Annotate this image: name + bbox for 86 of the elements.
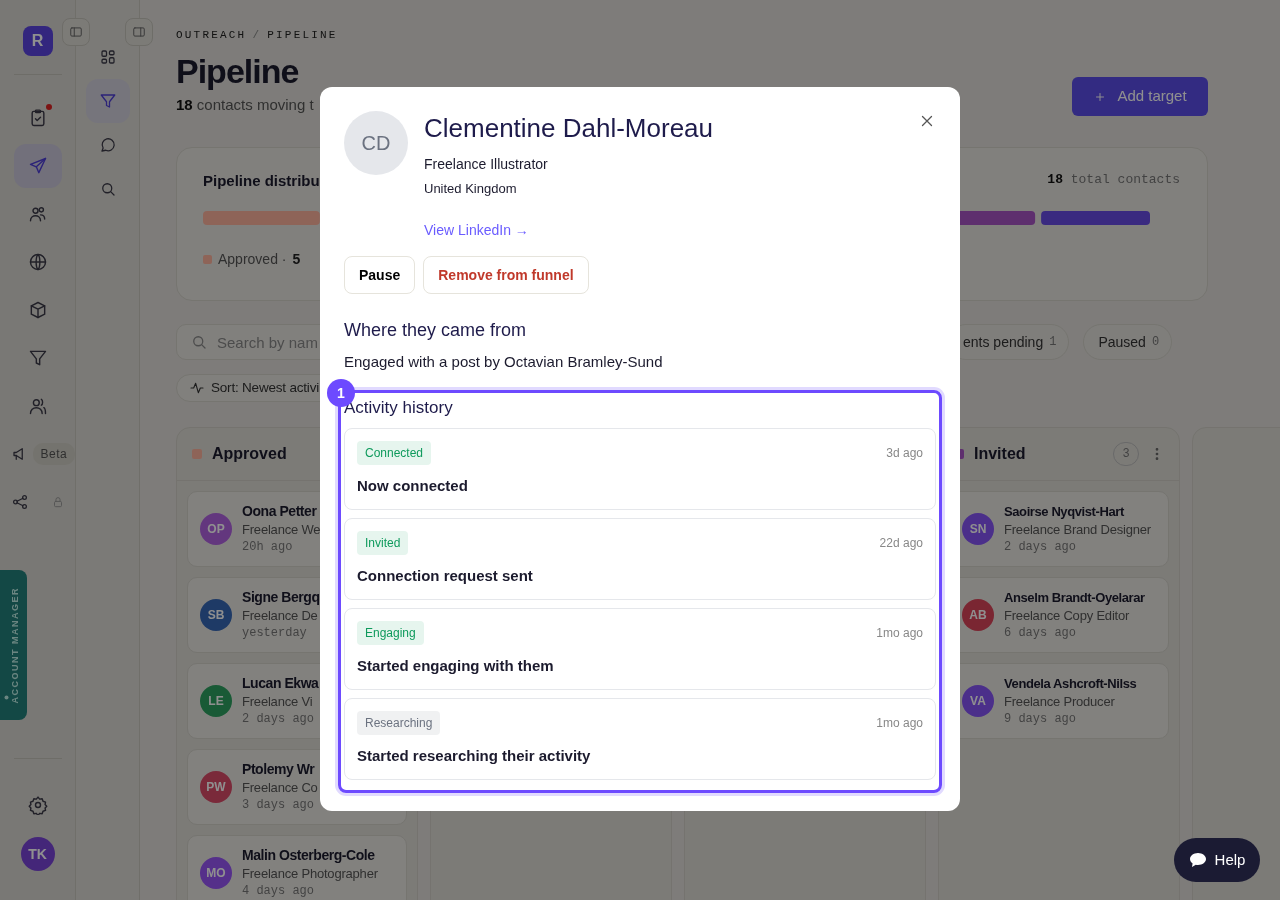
pause-button[interactable]: Pause [344, 256, 416, 294]
activity-time: 1mo ago [876, 715, 923, 732]
contact-name: Malin Osterberg-Cole [242, 846, 376, 865]
users-icon [27, 204, 48, 224]
contact-avatar: PW [200, 771, 232, 803]
contact-time: 20h ago [242, 539, 294, 556]
legend-label: Approved · [218, 249, 287, 269]
contact-role: Freelance Vi [242, 693, 314, 711]
contact-role: Freelance Illustrator [424, 155, 549, 173]
nav-item[interactable] [85, 79, 130, 123]
contact-role: Freelance Photographer [242, 865, 378, 883]
section-heading: Where they came from [344, 319, 528, 342]
activity-icon [189, 380, 205, 396]
contact-time: 2 days ago [242, 711, 315, 728]
activity-time: 1mo ago [876, 625, 923, 642]
remove-button[interactable]: Remove from funnel [423, 256, 589, 294]
account-manager-tab[interactable]: ACCOUNT MANAGER [0, 570, 27, 720]
contact-role: Freelance De [242, 607, 319, 625]
chat-icon [1188, 852, 1207, 868]
panel-toggle-button[interactable] [125, 18, 153, 46]
nav-item[interactable] [13, 144, 62, 188]
contact-time: 4 days ago [242, 883, 315, 900]
breadcrumb-item: PIPELINE [267, 29, 338, 41]
source-text: Engaged with a post by Octavian Bramley-Sund [344, 352, 664, 372]
contact-avatar: AB [962, 599, 994, 631]
app-logo[interactable]: R [22, 26, 53, 56]
globe-icon [27, 252, 48, 272]
sidebar-icon [132, 24, 146, 40]
users-icon [27, 396, 48, 416]
card-title: Pipeline distribu [203, 171, 320, 191]
total-contacts: 18 total contacts [1047, 171, 1180, 189]
activity-time: 3d ago [886, 445, 923, 462]
contact-role: Freelance Co [242, 779, 318, 797]
status-badge: Engaging [357, 621, 424, 645]
contact-role: Freelance Producer [1004, 693, 1116, 711]
contact-avatar: VA [962, 685, 994, 717]
activity-time: 22d ago [879, 535, 923, 552]
contact-avatar: OP [200, 513, 232, 545]
contact-name: Saoirse Nyqvist-Hart [1004, 503, 1125, 521]
contact-avatar: SB [200, 599, 232, 631]
linkedin-link[interactable]: View LinkedIn → [424, 220, 529, 241]
contact-time: yesterday [242, 625, 308, 642]
funnel-icon [98, 92, 117, 110]
contact-avatar: MO [200, 857, 232, 889]
status-badge: Invited [357, 531, 409, 555]
page-subtitle: 18 contacts moving t [176, 96, 315, 114]
contact-name: Lucan Ekwa [242, 674, 319, 693]
contact-name: Ptolemy Wr [242, 760, 316, 779]
grid-icon [98, 48, 117, 66]
status-badge: Connected [357, 441, 432, 465]
funnel-icon [27, 348, 48, 368]
filter-chip[interactable]: Paused 0 [1083, 324, 1173, 360]
breadcrumb-item[interactable]: OUTREACH [176, 29, 247, 41]
contact-time: 9 days ago [1004, 711, 1077, 728]
column-title: Invited [974, 444, 1026, 464]
sidebar-icon [69, 24, 83, 40]
contact-time: 2 days ago [1004, 539, 1077, 556]
contact-card[interactable]: MO Malin Osterberg-Cole Freelance Photographer 4 days ago [187, 835, 407, 900]
panel-toggle-button[interactable] [62, 18, 90, 46]
contact-name: Vendela Ashcroft-Nilss [1004, 675, 1137, 693]
contact-role: Freelance We [242, 521, 321, 539]
contact-location: United Kingdom [424, 180, 518, 198]
column-title: Approved [212, 444, 287, 464]
beta-badge: Beta [32, 443, 76, 465]
contact-time: 6 days ago [1004, 625, 1077, 642]
user-avatar[interactable]: TK [20, 837, 55, 871]
contact-name: Clementine Dahl-Moreau [424, 112, 714, 145]
contact-role: Freelance Brand Designer [1004, 521, 1151, 539]
chat-icon [98, 136, 117, 154]
settings-icon [27, 795, 48, 815]
contact-name: Signe Bergq [242, 588, 320, 607]
contact-name: Anselm Brandt-Oyelarar [1004, 589, 1145, 607]
help-button[interactable]: Help [1174, 838, 1260, 882]
breadcrumb-separator: / [252, 29, 262, 41]
contact-avatar: CD [344, 111, 408, 175]
page-title: Pipeline [176, 54, 300, 88]
send-icon [27, 156, 48, 176]
share-icon [10, 493, 29, 511]
legend-count: 5 [292, 249, 301, 269]
contact-time: 3 days ago [242, 797, 315, 814]
contact-avatar: SN [962, 513, 994, 545]
contact-role: Freelance Copy Editor [1004, 607, 1131, 625]
add-target-button[interactable]: Add target [1072, 77, 1208, 116]
status-badge: Researching [357, 711, 441, 735]
contact-name: Oona Petter [242, 502, 318, 521]
contact-avatar: LE [200, 685, 232, 717]
